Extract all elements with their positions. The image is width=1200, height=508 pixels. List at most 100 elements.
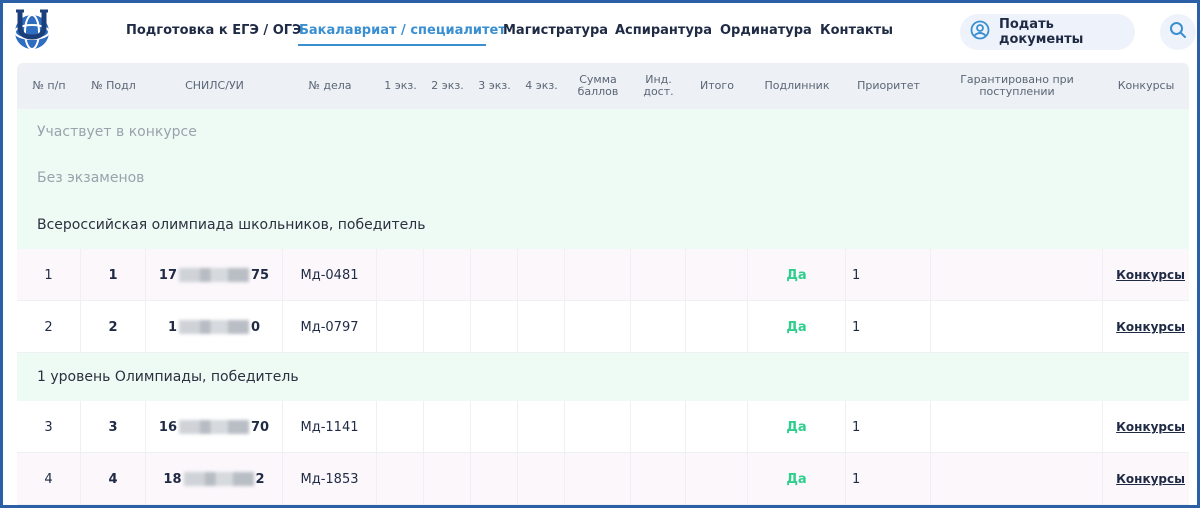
snils-end: 0 <box>251 319 261 335</box>
th-priority: Приоритет <box>857 79 920 92</box>
cell-exam-3 <box>471 453 518 505</box>
cell-sum <box>565 249 631 301</box>
section-participating: Участвует в конкурсе <box>17 109 1189 155</box>
cell-number: 2 <box>17 301 81 353</box>
cell-exam-1 <box>377 453 424 505</box>
th-sum: Сумма баллов <box>577 73 619 98</box>
th-case-number: № дела <box>308 79 352 92</box>
cell-exam-1 <box>377 301 424 353</box>
cell-case-number: Мд-1141 <box>283 401 377 453</box>
cell-individual <box>631 249 686 301</box>
cell-exam-2 <box>424 301 471 353</box>
cell-competitions: Конкурсы <box>1103 249 1189 301</box>
competitions-link[interactable]: Конкурсы <box>1116 268 1185 282</box>
snils-start: 1 <box>167 319 177 335</box>
cell-snils: 17 75 <box>146 249 283 301</box>
nav-item-ege[interactable]: Подготовка к ЕГЭ / ОГЭ <box>126 23 302 38</box>
cell-snils: 16 70 <box>146 401 283 453</box>
table-row: 4 4 18 2 Мд-1853 Да 1 Конкурсы <box>17 453 1189 505</box>
cell-exam-1 <box>377 401 424 453</box>
th-podl: № Подл <box>91 79 136 92</box>
cell-exam-2 <box>424 401 471 453</box>
cell-exam-2 <box>424 249 471 301</box>
competitions-link[interactable]: Конкурсы <box>1116 320 1185 334</box>
table-row: 2 2 1 0 Мд-0797 Да 1 Конкурсы <box>17 301 1189 353</box>
cell-individual <box>631 401 686 453</box>
user-circle-icon <box>970 20 990 44</box>
cell-exam-4 <box>518 301 565 353</box>
competitions-link[interactable]: Конкурсы <box>1116 420 1185 434</box>
th-exam-3: 3 экз. <box>478 79 511 92</box>
cell-exam-4 <box>518 249 565 301</box>
nav-item-master[interactable]: Магистратура <box>503 23 608 38</box>
cell-total <box>686 401 748 453</box>
snils-end: 70 <box>251 419 270 435</box>
snils-end: 75 <box>251 267 270 283</box>
cell-competitions: Конкурсы <box>1103 401 1189 453</box>
cell-podl: 1 <box>81 249 146 301</box>
submit-documents-label: Подать документы <box>999 17 1084 47</box>
section-all-russian-olympiad: Всероссийская олимпиада школьников, побе… <box>17 201 1189 249</box>
snils-redacted <box>179 420 249 434</box>
search-icon <box>1169 21 1187 43</box>
cell-priority: 1 <box>846 249 931 301</box>
cell-sum <box>565 401 631 453</box>
snils-redacted <box>179 320 249 334</box>
section-label: Участвует в конкурсе <box>37 124 197 140</box>
cell-original: Да <box>748 401 846 453</box>
cell-case-number: Мд-0797 <box>283 301 377 353</box>
th-total: Итого <box>700 79 734 92</box>
nav-item-contacts[interactable]: Контакты <box>820 23 893 38</box>
section-label: Всероссийская олимпиада школьников, побе… <box>37 217 426 233</box>
th-exam-1: 1 экз. <box>384 79 417 92</box>
cell-competitions: Конкурсы <box>1103 453 1189 505</box>
snils-end: 2 <box>255 471 265 487</box>
cell-case-number: Мд-0481 <box>283 249 377 301</box>
cell-number: 4 <box>17 453 81 505</box>
cell-exam-3 <box>471 249 518 301</box>
cell-snils: 18 2 <box>146 453 283 505</box>
cell-original: Да <box>748 301 846 353</box>
th-number: № п/п <box>32 79 66 92</box>
applicants-table: № п/п № Подл СНИЛС/УИ № дела 1 экз. 2 эк… <box>17 63 1189 505</box>
section-no-exams: Без экзаменов <box>17 155 1189 201</box>
snils-start: 16 <box>158 419 177 435</box>
cell-priority: 1 <box>846 401 931 453</box>
cell-sum <box>565 453 631 505</box>
submit-documents-button[interactable]: Подать документы <box>960 14 1135 50</box>
nav-item-postgraduate[interactable]: Аспирантура <box>615 23 712 38</box>
cell-priority: 1 <box>846 301 931 353</box>
cell-total <box>686 249 748 301</box>
section-olympiad-level-1: 1 уровень Олимпиады, победитель <box>17 353 1189 401</box>
th-individual: Инд. дост. <box>643 73 674 98</box>
snils-redacted <box>179 268 249 282</box>
nav-item-bachelor[interactable]: Бакалавриат / специалитет <box>299 23 506 38</box>
nav-active-underline <box>298 44 486 46</box>
cell-number: 3 <box>17 401 81 453</box>
snils-start: 17 <box>158 267 177 283</box>
nav-item-residency[interactable]: Ординатура <box>720 23 812 38</box>
cell-number: 1 <box>17 249 81 301</box>
cell-exam-3 <box>471 401 518 453</box>
table-row: 1 1 17 75 Мд-0481 Да 1 Конкурсы <box>17 249 1189 301</box>
search-button[interactable] <box>1160 14 1196 50</box>
cell-total <box>686 453 748 505</box>
cell-case-number: Мд-1853 <box>283 453 377 505</box>
cell-guaranteed <box>931 301 1103 353</box>
page-frame: Подготовка к ЕГЭ / ОГЭ Бакалавриат / спе… <box>0 0 1200 508</box>
cell-exam-4 <box>518 401 565 453</box>
cell-guaranteed <box>931 249 1103 301</box>
th-original: Подлинник <box>764 79 830 92</box>
cell-exam-1 <box>377 249 424 301</box>
snils-start: 18 <box>163 471 182 487</box>
th-competitions: Конкурсы <box>1117 79 1175 92</box>
cell-total <box>686 301 748 353</box>
th-guaranteed: Гарантировано при поступлении <box>960 73 1074 98</box>
th-snils: СНИЛС/УИ <box>185 79 244 92</box>
competitions-link[interactable]: Конкурсы <box>1116 472 1185 486</box>
university-logo-icon[interactable] <box>8 7 58 51</box>
cell-guaranteed <box>931 401 1103 453</box>
cell-sum <box>565 301 631 353</box>
cell-podl: 2 <box>81 301 146 353</box>
cell-competitions: Конкурсы <box>1103 301 1189 353</box>
